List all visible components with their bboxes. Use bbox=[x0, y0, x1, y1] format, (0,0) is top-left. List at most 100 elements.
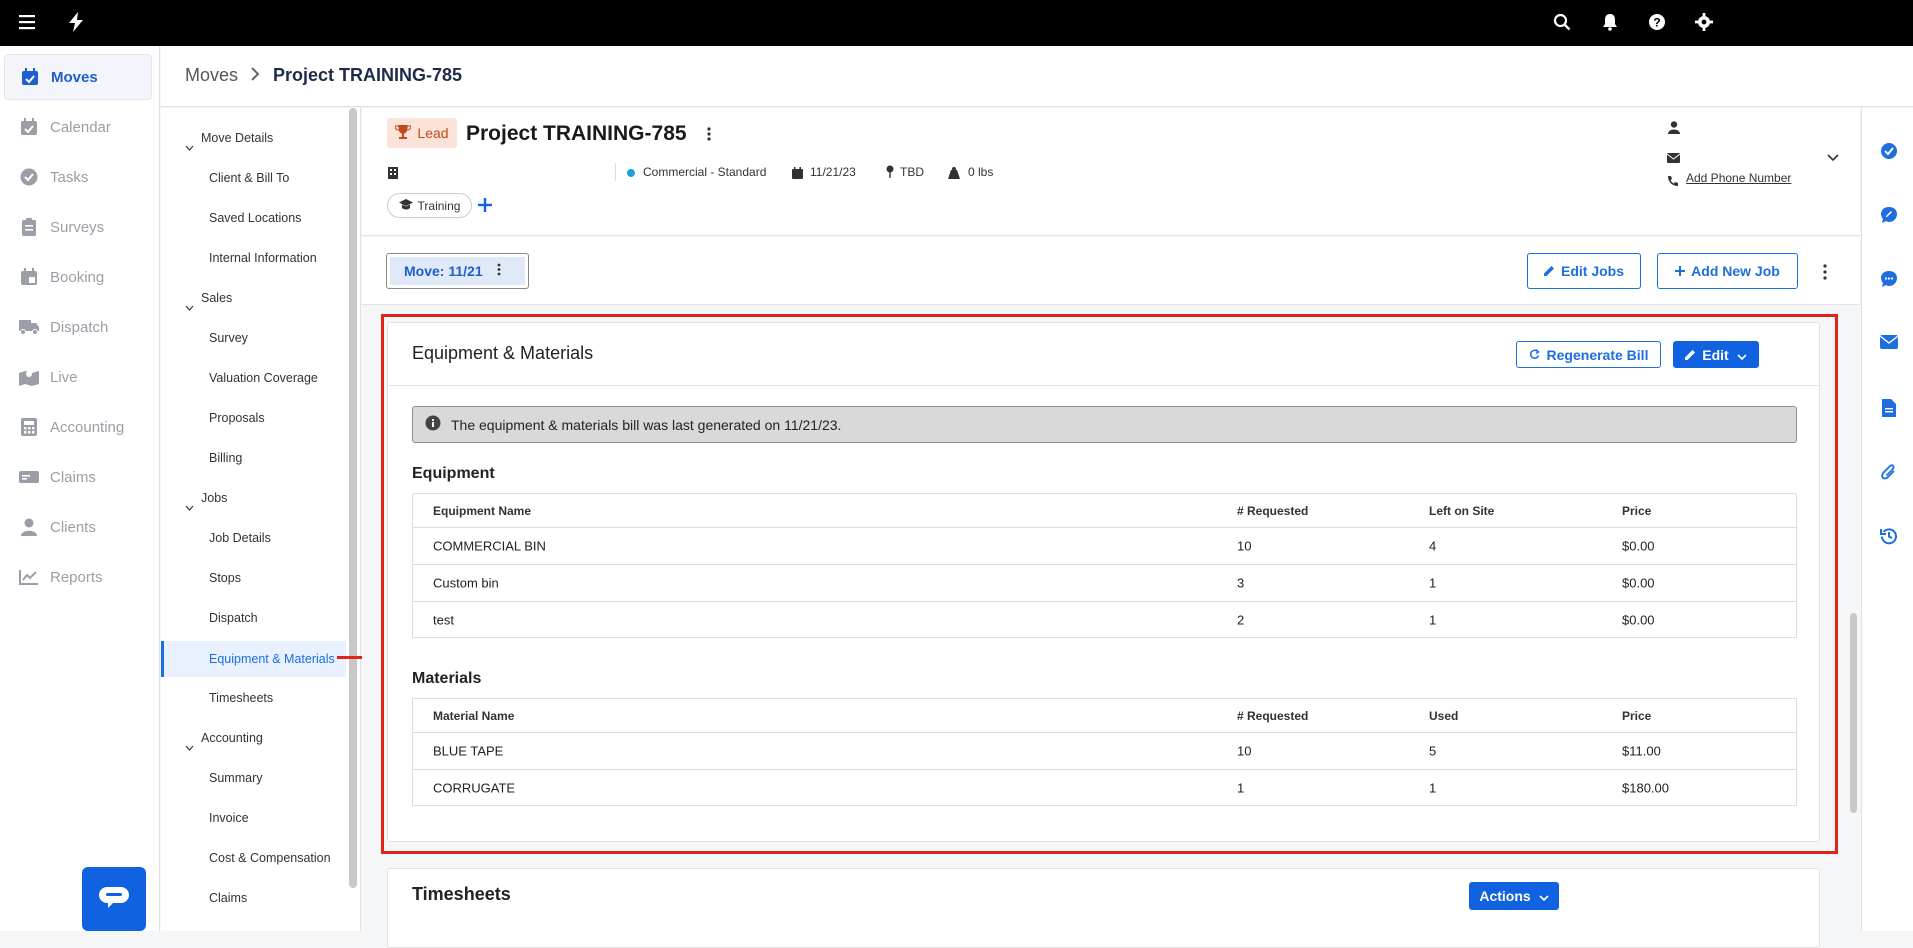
main-scrollbar[interactable] bbox=[1850, 613, 1857, 813]
help-icon[interactable]: ? bbox=[1648, 13, 1666, 34]
status-dot bbox=[627, 169, 635, 177]
actions-dropdown-button[interactable]: Actions bbox=[1469, 882, 1559, 910]
sidebar-item-calendar[interactable]: Calendar bbox=[4, 104, 152, 150]
subnav-item-client-bill-to[interactable]: Client & Bill To bbox=[209, 171, 289, 185]
search-icon[interactable] bbox=[1553, 13, 1571, 34]
meta-divider bbox=[615, 163, 616, 181]
graduation-cap-icon bbox=[398, 198, 413, 213]
subnav-scrollbar[interactable] bbox=[349, 108, 357, 888]
sidebar-item-booking[interactable]: Booking bbox=[4, 254, 152, 300]
sidebar-item-dispatch[interactable]: Dispatch bbox=[4, 304, 152, 350]
building-icon bbox=[388, 166, 398, 184]
add-phone-link[interactable]: Add Phone Number bbox=[1686, 171, 1791, 185]
subnav-item-summary[interactable]: Summary bbox=[209, 771, 262, 785]
sidebar-item-moves[interactable]: Moves bbox=[4, 54, 152, 100]
sidebar-item-label: Moves bbox=[51, 68, 98, 86]
move-tab-inner: Move: 11/21 bbox=[390, 257, 525, 285]
gear-icon[interactable] bbox=[1695, 13, 1713, 34]
top-bar: ? bbox=[0, 0, 1913, 46]
chevron-down-icon[interactable] bbox=[1827, 149, 1839, 167]
paperclip-icon[interactable] bbox=[1880, 463, 1898, 481]
breadcrumb-current: Project TRAINING-785 bbox=[273, 65, 463, 85]
subnav-item-stops[interactable]: Stops bbox=[209, 571, 241, 585]
move-location: TBD bbox=[900, 165, 924, 179]
subnav-section-jobs[interactable]: Jobs bbox=[201, 491, 227, 505]
ticket-icon bbox=[18, 466, 40, 488]
weight-icon bbox=[948, 166, 960, 184]
chevron-down-icon bbox=[185, 298, 194, 316]
kebab-icon[interactable] bbox=[497, 263, 501, 279]
sidebar-item-surveys[interactable]: Surveys bbox=[4, 204, 152, 250]
subnav-item-equipment-materials[interactable]: Equipment & Materials bbox=[161, 641, 346, 677]
map-icon bbox=[18, 366, 40, 388]
subnav-item-invoice[interactable]: Invoice bbox=[209, 811, 249, 825]
add-tag-icon[interactable] bbox=[477, 197, 493, 218]
sidebar-item-live[interactable]: Live bbox=[4, 354, 152, 400]
subnav-item-valuation-coverage[interactable]: Valuation Coverage bbox=[209, 371, 318, 385]
email-icon[interactable] bbox=[1879, 335, 1899, 353]
subnav-item-saved-locations[interactable]: Saved Locations bbox=[209, 211, 301, 225]
subnav-item-dispatch[interactable]: Dispatch bbox=[209, 611, 258, 625]
chat-icon bbox=[98, 885, 130, 914]
contact-email-icon bbox=[1666, 150, 1681, 168]
move-tab[interactable]: Move: 11/21 bbox=[386, 253, 529, 289]
sidebar-item-claims[interactable]: Claims bbox=[4, 454, 152, 500]
move-weight: 0 lbs bbox=[968, 165, 994, 179]
subnav-item-job-details[interactable]: Job Details bbox=[209, 531, 271, 545]
add-new-job-button[interactable]: Add New Job bbox=[1657, 253, 1798, 289]
sidebar-item-label: Claims bbox=[50, 468, 96, 486]
sidebar-item-label: Surveys bbox=[50, 218, 105, 236]
history-icon[interactable] bbox=[1880, 527, 1898, 545]
main-sidebar: Moves Calendar Tasks Surveys Booking Dis… bbox=[0, 46, 160, 931]
subnav-item-survey[interactable]: Survey bbox=[209, 331, 248, 345]
edit-jobs-button[interactable]: Edit Jobs bbox=[1527, 253, 1641, 289]
calendar-check-icon bbox=[19, 66, 41, 88]
subnav-section-move-details[interactable]: Move Details bbox=[201, 131, 273, 145]
truck-icon bbox=[18, 316, 40, 338]
menu-icon[interactable] bbox=[19, 14, 37, 33]
pencil-icon bbox=[1543, 263, 1555, 279]
comment-edit-icon[interactable] bbox=[1880, 206, 1898, 224]
check-badge-icon[interactable] bbox=[1880, 142, 1898, 160]
sidebar-item-reports[interactable]: Reports bbox=[4, 554, 152, 600]
card-title: Timesheets bbox=[412, 884, 511, 904]
chat-button[interactable] bbox=[82, 867, 146, 931]
project-title: Project TRAINING-785 bbox=[466, 122, 687, 145]
chevron-down-icon bbox=[185, 498, 194, 516]
kebab-icon[interactable] bbox=[1823, 264, 1827, 285]
move-date: 11/21/23 bbox=[810, 165, 856, 179]
sidebar-item-accounting[interactable]: Accounting bbox=[4, 404, 152, 450]
sidebar-item-clients[interactable]: Clients bbox=[4, 504, 152, 550]
jobs-bar: Move: 11/21 Edit Jobs Add New Job bbox=[362, 237, 1860, 305]
bell-icon[interactable] bbox=[1601, 13, 1619, 34]
sidebar-item-tasks[interactable]: Tasks bbox=[4, 154, 152, 200]
actions-label: Actions bbox=[1479, 888, 1531, 904]
sms-icon[interactable] bbox=[1880, 270, 1898, 288]
kebab-icon[interactable] bbox=[707, 126, 711, 147]
subnav-section-accounting[interactable]: Accounting bbox=[201, 731, 263, 745]
breadcrumb-root[interactable]: Moves bbox=[185, 65, 238, 86]
calendar-icon bbox=[18, 116, 40, 138]
breadcrumb: Moves Project TRAINING-785 bbox=[161, 46, 1913, 107]
subnav-section-sales[interactable]: Sales bbox=[201, 291, 232, 305]
edit-jobs-label: Edit Jobs bbox=[1560, 263, 1624, 279]
move-tab-label: Move: 11/21 bbox=[404, 263, 483, 279]
subnav-item-proposals[interactable]: Proposals bbox=[209, 411, 265, 425]
document-icon[interactable] bbox=[1880, 399, 1898, 417]
sub-navigation: Move Details Client & Bill To Saved Loca… bbox=[161, 108, 361, 931]
clipboard-icon bbox=[18, 216, 40, 238]
subnav-item-claims[interactable]: Claims bbox=[209, 891, 247, 905]
logo-icon[interactable] bbox=[66, 11, 86, 36]
check-circle-icon bbox=[18, 166, 40, 188]
trophy-icon bbox=[394, 124, 412, 142]
sidebar-item-label: Booking bbox=[50, 268, 105, 286]
sidebar-item-label: Dispatch bbox=[50, 318, 109, 336]
subnav-item-internal-information[interactable]: Internal Information bbox=[209, 251, 317, 265]
subnav-item-timesheets[interactable]: Timesheets bbox=[209, 691, 273, 705]
chevron-down-icon bbox=[1539, 888, 1549, 904]
chart-line-icon bbox=[18, 566, 40, 588]
sidebar-item-label: Calendar bbox=[50, 118, 111, 136]
tag-training[interactable]: Training bbox=[387, 193, 472, 218]
subnav-item-cost-compensation[interactable]: Cost & Compensation bbox=[209, 851, 331, 865]
subnav-item-billing[interactable]: Billing bbox=[209, 451, 242, 465]
